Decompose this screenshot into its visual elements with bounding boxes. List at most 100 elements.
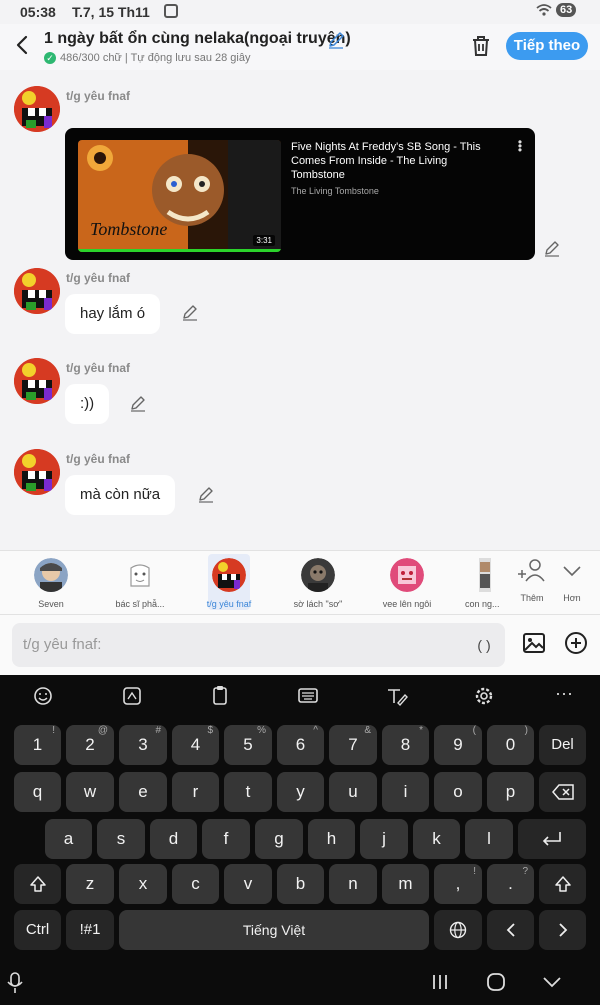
key-y[interactable]: y — [277, 772, 324, 812]
key-p[interactable]: p — [487, 772, 534, 812]
add-character-label: Thêm — [520, 593, 544, 603]
character-item[interactable]: Seven — [10, 553, 92, 613]
character-label: Seven — [38, 599, 64, 609]
more-characters-button[interactable]: Hơn — [552, 557, 592, 607]
character-label: t/g yêu fnaf — [206, 599, 252, 609]
cursor-left-key[interactable] — [487, 910, 534, 950]
clipboard-icon[interactable] — [200, 681, 240, 711]
message-input[interactable]: t/g yêu fnaf: ( ) — [12, 623, 505, 667]
more-tools-icon[interactable]: ··· — [544, 681, 584, 711]
key-t[interactable]: t — [224, 772, 272, 812]
add-character-button[interactable]: Thêm — [512, 557, 552, 607]
key-d[interactable]: d — [150, 819, 197, 859]
key-u[interactable]: u — [329, 772, 377, 812]
key-6[interactable]: 6 ^ — [277, 725, 324, 765]
hide-keyboard-icon[interactable] — [538, 968, 566, 996]
parenthesis-button[interactable]: ( ) — [471, 632, 497, 658]
key-comma[interactable]: ,! — [434, 864, 482, 904]
enter-key[interactable] — [518, 819, 586, 859]
key-e[interactable]: e — [119, 772, 167, 812]
edit-title-icon[interactable] — [326, 30, 346, 50]
key-x[interactable]: x — [119, 864, 167, 904]
key-c[interactable]: c — [172, 864, 219, 904]
key-q[interactable]: q — [14, 772, 61, 812]
key-a[interactable]: a — [45, 819, 92, 859]
key-alt: ? — [522, 866, 528, 877]
video-title[interactable]: Five Nights At Freddy's SB Song - This C… — [291, 140, 491, 182]
message-item[interactable]: t/g yêu fnaf Tombstone 3:31 Five Nights … — [0, 86, 600, 266]
keyboard-mode-icon[interactable] — [288, 681, 328, 711]
key-7[interactable]: 7 & — [329, 725, 377, 765]
sticker-icon[interactable] — [112, 681, 152, 711]
character-item[interactable]: sờ lách "sơ" — [277, 553, 359, 613]
next-button[interactable]: Tiếp theo — [506, 32, 588, 60]
key-0[interactable]: 0) — [487, 725, 534, 765]
edit-message-icon[interactable] — [197, 486, 215, 504]
key-v[interactable]: v — [224, 864, 272, 904]
key-s[interactable]: s — [97, 819, 145, 859]
youtube-embed[interactable]: Tombstone 3:31 Five Nights At Freddy's S… — [65, 128, 535, 260]
backspace-key[interactable] — [539, 772, 586, 812]
edit-message-icon[interactable] — [543, 240, 561, 258]
character-avatar — [301, 558, 335, 592]
shift-key[interactable] — [14, 864, 61, 904]
character-item[interactable]: con ng... — [455, 553, 501, 613]
emoji-icon[interactable] — [23, 681, 63, 711]
character-item[interactable]: vee lên ngôi — [366, 553, 448, 613]
microphone-icon[interactable] — [1, 968, 29, 996]
key-f[interactable]: f — [202, 819, 250, 859]
video-thumbnail[interactable]: Tombstone 3:31 — [78, 140, 281, 252]
key-9[interactable]: 9( — [434, 725, 482, 765]
character-item-selected[interactable]: t/g yêu fnaf — [188, 553, 270, 613]
key-i[interactable]: i — [382, 772, 429, 812]
key-g[interactable]: g — [255, 819, 303, 859]
message-item[interactable]: t/g yêu fnaf :)) — [0, 358, 600, 428]
character-avatar — [123, 558, 157, 592]
word-count-status: ✓ 486/300 chữ | Tự động lưu sau 28 giây — [44, 52, 250, 64]
key-5[interactable]: 5% — [224, 725, 272, 765]
editor-header: 1 ngày bất ổn cùng nelaka(ngoại truyện) … — [0, 24, 600, 70]
key-3[interactable]: 3 # — [119, 725, 167, 765]
image-icon[interactable] — [522, 631, 546, 655]
key-4[interactable]: 4 $ — [172, 725, 219, 765]
video-channel[interactable]: The Living Tombstone — [291, 186, 379, 196]
shift-key-right[interactable] — [539, 864, 586, 904]
space-key[interactable]: Tiếng Việt — [119, 910, 429, 950]
key-1[interactable]: 1! — [14, 725, 61, 765]
edit-message-icon[interactable] — [129, 395, 147, 413]
message-item[interactable]: t/g yêu fnaf hay lắm ó — [0, 268, 600, 338]
key-l[interactable]: l — [465, 819, 513, 859]
character-item[interactable]: bác sĩ phẫ... — [99, 553, 181, 613]
recent-apps-icon[interactable] — [426, 968, 454, 996]
ctrl-key[interactable]: Ctrl — [14, 910, 61, 950]
key-b[interactable]: b — [277, 864, 324, 904]
home-icon[interactable] — [482, 968, 510, 996]
message-bubble[interactable]: hay lắm ó — [65, 294, 161, 334]
add-circle-icon[interactable] — [564, 631, 588, 655]
key-w[interactable]: w — [66, 772, 114, 812]
key-z[interactable]: z — [66, 864, 114, 904]
language-key[interactable] — [434, 910, 482, 950]
key-8[interactable]: 8 * — [382, 725, 429, 765]
key-r[interactable]: r — [172, 772, 219, 812]
key-n[interactable]: n — [329, 864, 377, 904]
key-j[interactable]: j — [360, 819, 408, 859]
key-2[interactable]: 2 @ — [66, 725, 114, 765]
message-bubble[interactable]: :)) — [65, 384, 110, 424]
message-item[interactable]: t/g yêu fnaf mà còn nữa — [0, 449, 600, 519]
cursor-right-key[interactable] — [539, 910, 586, 950]
settings-gear-icon[interactable] — [464, 681, 504, 711]
symbols-key[interactable]: !#1 — [66, 910, 114, 950]
key-period[interactable]: .? — [487, 864, 534, 904]
message-bubble[interactable]: mà còn nữa — [65, 475, 176, 515]
key-h[interactable]: h — [308, 819, 355, 859]
edit-message-icon[interactable] — [181, 304, 199, 322]
trash-icon[interactable] — [470, 34, 492, 58]
key-m[interactable]: m — [382, 864, 429, 904]
delete-key[interactable]: Del — [539, 725, 586, 765]
more-options-icon[interactable]: • • • — [517, 136, 523, 156]
key-k[interactable]: k — [413, 819, 460, 859]
key-o[interactable]: o — [434, 772, 482, 812]
handwriting-icon[interactable] — [376, 681, 416, 711]
back-arrow-icon[interactable] — [12, 32, 34, 58]
